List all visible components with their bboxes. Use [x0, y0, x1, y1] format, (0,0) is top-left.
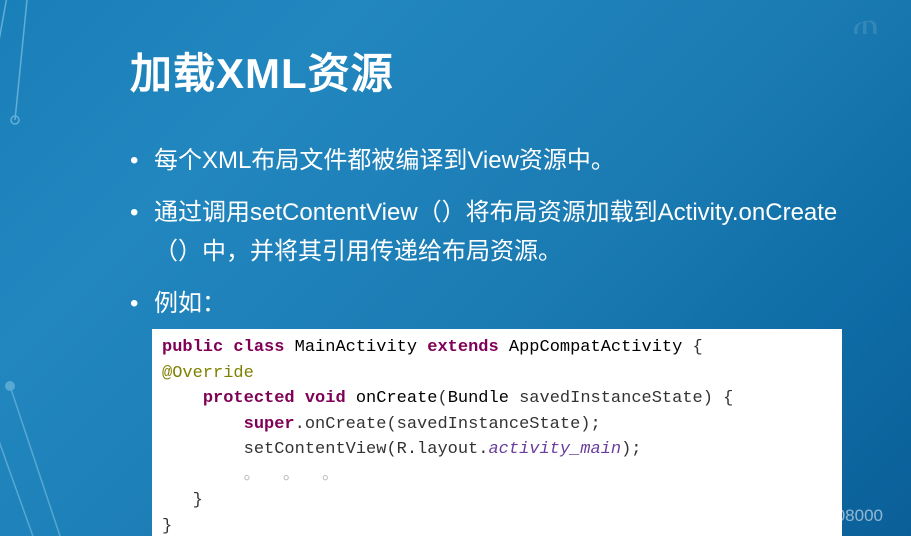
code-block: public class MainActivity extends AppCom…: [152, 329, 842, 536]
code-keyword: protected: [203, 389, 295, 408]
code-brace: }: [162, 517, 172, 536]
code-brace: {: [682, 338, 702, 357]
code-param-name: savedInstanceState: [519, 389, 703, 408]
code-method: onCreate: [356, 389, 438, 408]
code-annotation: @Override: [162, 364, 254, 383]
bullet-list: 每个XML布局文件都被编译到View资源中。 通过调用setContentVie…: [130, 141, 851, 536]
code-call: setContentView(R.layout.: [244, 440, 489, 459]
code-call: );: [621, 440, 641, 459]
code-keyword: public: [162, 338, 223, 357]
code-keyword: class: [233, 338, 284, 357]
code-class: MainActivity: [295, 338, 417, 357]
code-class: AppCompatActivity: [509, 338, 682, 357]
code-keyword: void: [305, 389, 346, 408]
slide-title: 加载XML资源: [130, 40, 851, 101]
bullet-item: 例如： public class MainActivity extends Ap…: [130, 284, 851, 536]
code-brace: {: [713, 389, 733, 408]
code-call: .onCreate(savedInstanceState);: [295, 415, 601, 434]
code-layout-ref: activity_main: [488, 440, 621, 459]
watermark: https://blog.csdn.net/qq_33608000: [622, 506, 883, 526]
bullet-item: 每个XML布局文件都被编译到View资源中。: [130, 141, 851, 181]
bullet-item: 通过调用setContentView（）将布局资源加载到Activity.onC…: [130, 193, 851, 272]
code-keyword: extends: [427, 338, 498, 357]
slide-body: 加载XML资源 每个XML布局文件都被编译到View资源中。 通过调用setCo…: [0, 0, 911, 536]
code-param-type: Bundle: [448, 389, 509, 408]
code-ellipsis: 。 。 。: [244, 466, 345, 485]
code-brace: }: [193, 491, 203, 510]
code-keyword: super: [244, 415, 295, 434]
bullet-text: 例如：: [154, 290, 226, 317]
